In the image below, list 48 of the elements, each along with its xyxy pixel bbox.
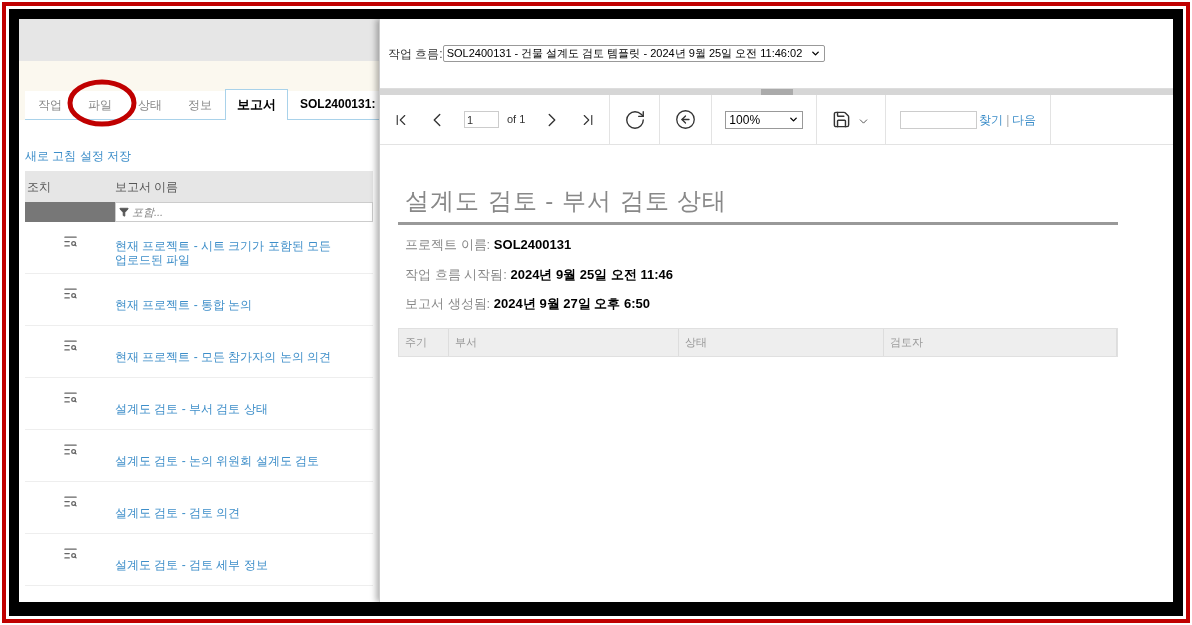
tab[interactable]: 상태 bbox=[125, 91, 175, 119]
column-header: 부서 bbox=[449, 328, 679, 356]
report-link[interactable]: 설계도 검토 - 논의 위원회 설계도 검토 bbox=[115, 453, 345, 468]
find-link[interactable]: 찾기 bbox=[979, 110, 1004, 129]
filter-field[interactable]: 포함... bbox=[115, 202, 373, 222]
project-label: SOL2400131: bbox=[300, 96, 376, 113]
page-count: of 1 bbox=[507, 112, 526, 128]
report-field: 프로젝트 이름: SOL2400131 bbox=[405, 235, 1101, 255]
workflow-select[interactable]: SOL2400131 - 건물 설계도 검토 템플릿 - 2024년 9월 25일 오전 11:46:02 bbox=[442, 45, 826, 62]
dropdown-icon bbox=[810, 48, 822, 59]
report-link[interactable]: 설계도 검토 - 검토 의견 bbox=[115, 505, 345, 520]
report-view-icon[interactable] bbox=[62, 546, 78, 561]
report-view-icon[interactable] bbox=[62, 234, 78, 249]
report-view-icon[interactable] bbox=[62, 338, 78, 353]
workflow-label: 작업 흐름: bbox=[388, 45, 443, 63]
report-view-icon[interactable] bbox=[62, 390, 78, 405]
report-view-icon[interactable] bbox=[62, 286, 78, 301]
filter-field[interactable]: 포함... bbox=[132, 203, 372, 221]
report-link[interactable]: 설계도 검토 - 검토 세부 정보 bbox=[115, 557, 345, 572]
tab[interactable]: 작업 bbox=[25, 91, 75, 119]
dropdown-icon bbox=[788, 114, 800, 125]
filter-icon bbox=[119, 207, 129, 217]
report-view-icon[interactable] bbox=[62, 442, 78, 457]
report-view-icon[interactable] bbox=[62, 494, 78, 509]
column-header: 보고서 이름 bbox=[115, 178, 179, 196]
next-link[interactable]: 다음 bbox=[1012, 110, 1037, 129]
back-icon[interactable] bbox=[675, 109, 697, 130]
column-header: 검토자 bbox=[884, 328, 1117, 356]
refresh-icon[interactable] bbox=[623, 108, 646, 131]
column-header: 조치 bbox=[26, 178, 52, 196]
link-separator: | bbox=[1006, 111, 1010, 129]
report-link[interactable]: 현재 프로젝트 - 시트 크기가 포함된 모든 업로드된 파일 bbox=[115, 238, 345, 267]
report-title: 설계도 검토 - 부서 검토 상태 bbox=[398, 183, 1118, 225]
save-icon[interactable] bbox=[832, 110, 852, 129]
column-header: 주기 bbox=[399, 328, 449, 356]
column-header: 상태 bbox=[679, 328, 884, 356]
tab[interactable]: 정보 bbox=[175, 91, 225, 119]
report-link[interactable]: 현재 프로젝트 - 모든 참가자의 논의 의견 bbox=[115, 349, 345, 364]
zoom-select[interactable]: 100% bbox=[725, 110, 804, 129]
report-field: 보고서 생성됨: 2024년 9월 27일 오후 6:50 bbox=[405, 294, 1101, 314]
save-settings-link[interactable]: 새로 고침 설정 저장 bbox=[25, 147, 373, 165]
page-field[interactable]: 1 bbox=[464, 111, 499, 128]
report-link[interactable]: 설계도 검토 - 부서 검토 상태 bbox=[115, 401, 345, 416]
find-field[interactable] bbox=[900, 110, 978, 129]
report-link[interactable]: 현재 프로젝트 - 통합 논의 bbox=[115, 297, 345, 312]
collapse-handle[interactable] bbox=[760, 89, 793, 95]
tab[interactable]: 보고서 bbox=[225, 89, 288, 120]
report-field: 작업 흐름 시작됨: 2024년 9월 25일 오전 11:46 bbox=[405, 264, 1101, 284]
